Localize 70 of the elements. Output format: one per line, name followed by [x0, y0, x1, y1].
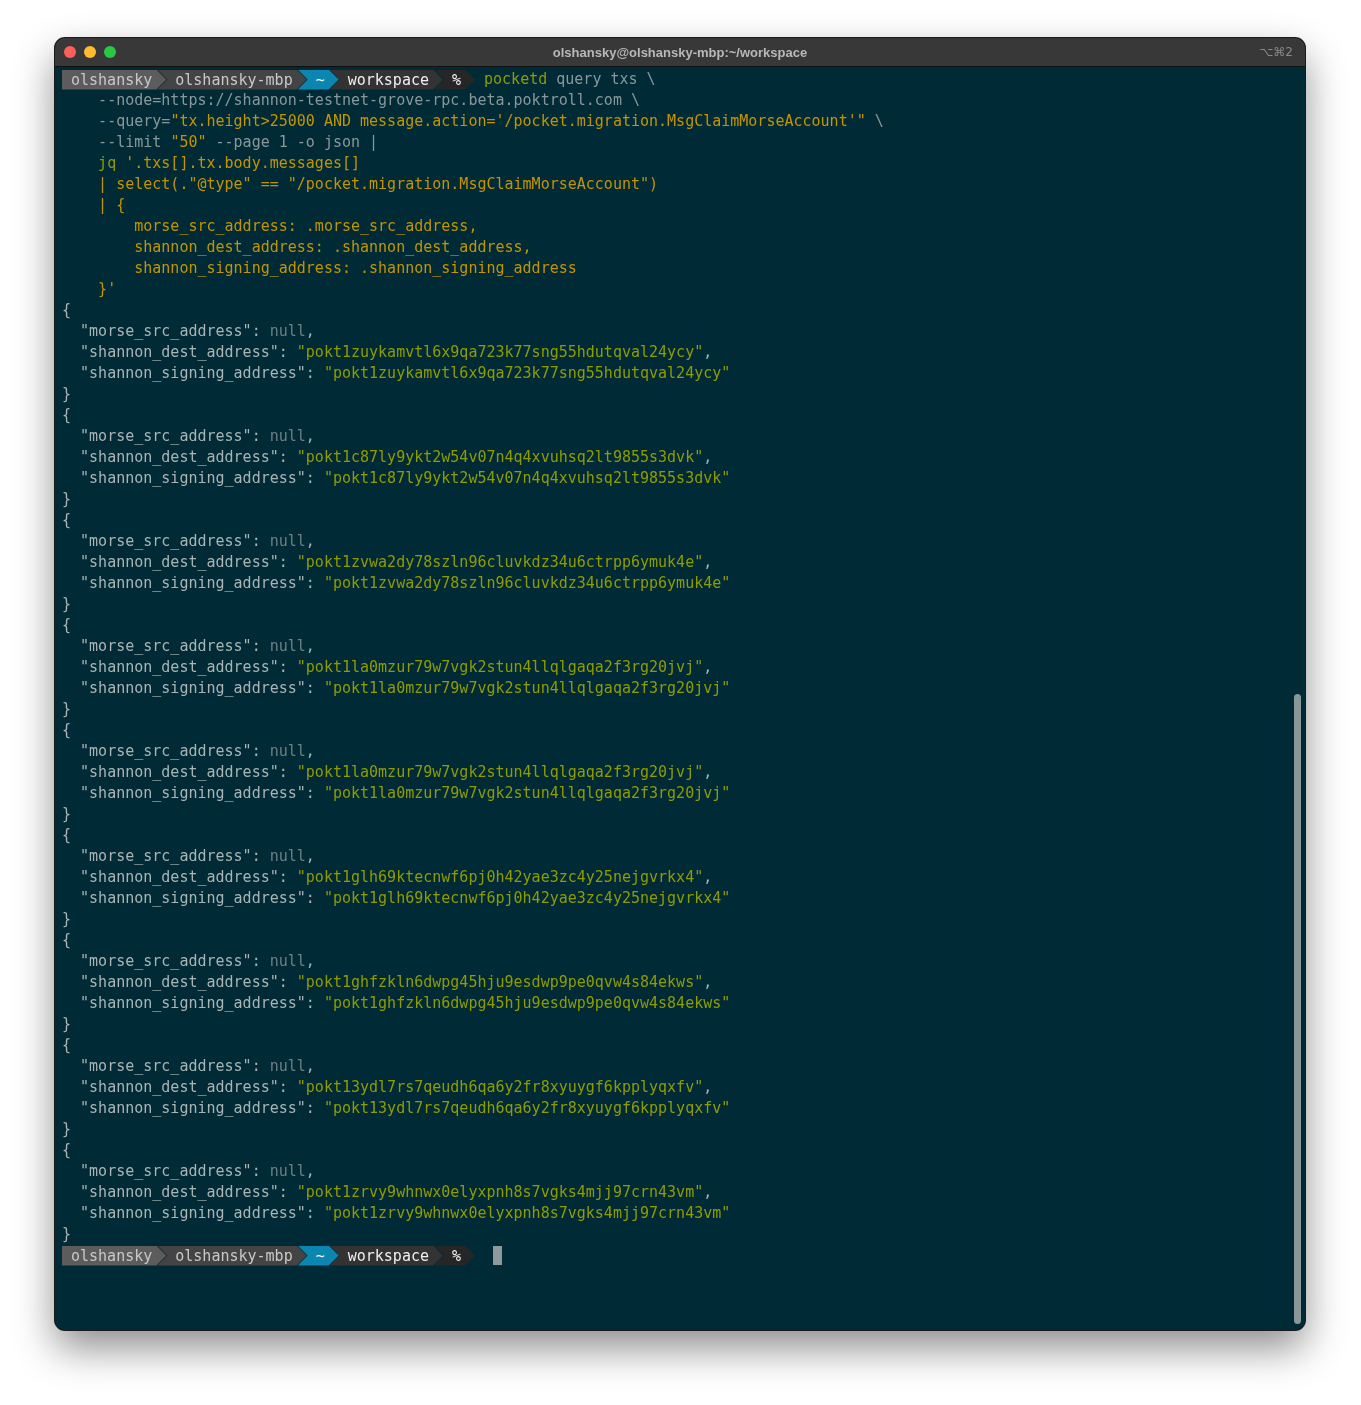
terminal-line: "shannon_signing_address": "pokt1la0mzur79w7vgk2stun4llqlgaqa2f3rg20jvj" — [79, 783, 731, 804]
scrollbar-thumb[interactable] — [1294, 694, 1301, 1324]
terminal-line: { — [62, 825, 72, 846]
terminal-line: "shannon_dest_address": "pokt13ydl7rs7qeudh6qa6y2fr8xyuygf6kpplyqxfv", — [79, 1077, 713, 1098]
terminal-line: "shannon_signing_address": "pokt1c87ly9ykt2w54v07n4q4xvuhsq2lt9855s3dvk" — [79, 468, 731, 489]
terminal-line: "shannon_dest_address": "pokt1glh69ktecnwf6pj0h42yae3zc4y25nejgvrkx4", — [79, 867, 713, 888]
prompt-segment: olshansky — [62, 1245, 167, 1266]
terminal-line: --node=https://shannon-testnet-grove-rpc.beta.poktroll.com \ — [97, 90, 640, 111]
terminal-line: shannon_signing_address: .shannon_signing_address — [133, 258, 577, 279]
terminal-line: --limit "50" --page 1 -o json | — [97, 132, 379, 153]
terminal-line: { — [62, 300, 72, 321]
prompt-segment: olshansky-mbp — [157, 1245, 307, 1266]
terminal-line: } — [62, 1119, 72, 1140]
terminal-line: "shannon_dest_address": "pokt1ghfzkln6dwpg45hju9esdwp9pe0qvw4s84ekws", — [79, 972, 713, 993]
terminal-line: "morse_src_address": null, — [79, 426, 315, 447]
terminal-line: "shannon_dest_address": "pokt1c87ly9ykt2w54v07n4q4xvuhsq2lt9855s3dvk", — [79, 447, 713, 468]
minimize-button[interactable] — [84, 46, 96, 58]
prompt-segment: % — [434, 69, 476, 90]
terminal-line: } — [62, 1224, 72, 1245]
terminal-line: } — [62, 489, 72, 510]
terminal-line: | select(."@type" == "/pocket.migration.MsgClaimMorseAccount") — [97, 174, 659, 195]
terminal-line: "shannon_dest_address": "pokt1zuykamvtl6x9qa723k77sng55hdutqval24ycy", — [79, 342, 713, 363]
window-title: olshansky@olshansky-mbp:~/workspace — [552, 44, 808, 60]
prompt-segment: workspace — [329, 69, 443, 90]
terminal-line: "morse_src_address": null, — [79, 531, 315, 552]
terminal-line: { — [62, 1140, 72, 1161]
terminal-line: { — [62, 1035, 72, 1056]
terminal-line: "morse_src_address": null, — [79, 321, 315, 342]
zoom-button[interactable] — [104, 46, 116, 58]
terminal-line: "morse_src_address": null, — [79, 1056, 315, 1077]
terminal-line: } — [62, 1014, 72, 1035]
command-text: pocketd query txs \ — [484, 69, 656, 90]
terminal-line: "shannon_signing_address": "pokt1zuykamvtl6x9qa723k77sng55hdutqval24ycy" — [79, 363, 731, 384]
terminal-line: }' — [97, 279, 117, 300]
prompt-segment: olshansky-mbp — [157, 69, 307, 90]
terminal-line: "shannon_dest_address": "pokt1la0mzur79w7vgk2stun4llqlgaqa2f3rg20jvj", — [79, 762, 713, 783]
prompt-segment: olshansky — [62, 69, 167, 90]
terminal-line: { — [62, 720, 72, 741]
terminal-line: "morse_src_address": null, — [79, 1161, 315, 1182]
shortcut-label: ⌥⌘2 — [1259, 45, 1293, 59]
terminal-line: } — [62, 804, 72, 825]
prompt-segment: workspace — [329, 1245, 443, 1266]
terminal-line: "morse_src_address": null, — [79, 846, 315, 867]
terminal-line: "shannon_signing_address": "pokt1la0mzur79w7vgk2stun4llqlgaqa2f3rg20jvj" — [79, 678, 731, 699]
terminal-line: | { — [97, 195, 126, 216]
prompt-segment: % — [434, 1245, 476, 1266]
terminal-line: } — [62, 384, 72, 405]
terminal-line: "shannon_signing_address": "pokt1glh69ktecnwf6pj0h42yae3zc4y25nejgvrkx4" — [79, 888, 731, 909]
terminal-line: "shannon_signing_address": "pokt1zrvy9whnwx0elyxpnh8s7vgks4mjj97crn43vm" — [79, 1203, 731, 1224]
terminal-line: } — [62, 699, 72, 720]
terminal-line: { — [62, 930, 72, 951]
terminal-line: jq '.txs[].tx.body.messages[] — [97, 153, 361, 174]
terminal-line: --query="tx.height>25000 AND message.action='/pocket.migration.MsgClaimMorseAccount'" \ — [97, 111, 884, 132]
terminal-line: } — [62, 909, 72, 930]
terminal-line: "shannon_dest_address": "pokt1la0mzur79w7vgk2stun4llqlgaqa2f3rg20jvj", — [79, 657, 713, 678]
terminal-line: "morse_src_address": null, — [79, 951, 315, 972]
terminal-line: shannon_dest_address: .shannon_dest_address, — [133, 237, 532, 258]
terminal-line: { — [62, 510, 72, 531]
terminal-line: "morse_src_address": null, — [79, 636, 315, 657]
terminal-line: { — [62, 615, 72, 636]
terminal-line: "shannon_dest_address": "pokt1zvwa2dy78szln96cluvkdz34u6ctrpp6ymuk4e", — [79, 552, 713, 573]
terminal-line: { — [62, 405, 72, 426]
terminal-line: "morse_src_address": null, — [79, 741, 315, 762]
terminal-line: "shannon_signing_address": "pokt1ghfzkln6dwpg45hju9esdwp9pe0qvw4s84ekws" — [79, 993, 731, 1014]
terminal-line: "shannon_signing_address": "pokt1zvwa2dy78szln96cluvkdz34u6ctrpp6ymuk4e" — [79, 573, 731, 594]
terminal-line: "shannon_signing_address": "pokt13ydl7rs7qeudh6qa6y2fr8xyuygf6kpplyqxfv" — [79, 1098, 731, 1119]
terminal-line: } — [62, 594, 72, 615]
terminal-line: morse_src_address: .morse_src_address, — [133, 216, 478, 237]
terminal-line: "shannon_dest_address": "pokt1zrvy9whnwx0elyxpnh8s7vgks4mjj97crn43vm", — [79, 1182, 713, 1203]
close-button[interactable] — [64, 46, 76, 58]
